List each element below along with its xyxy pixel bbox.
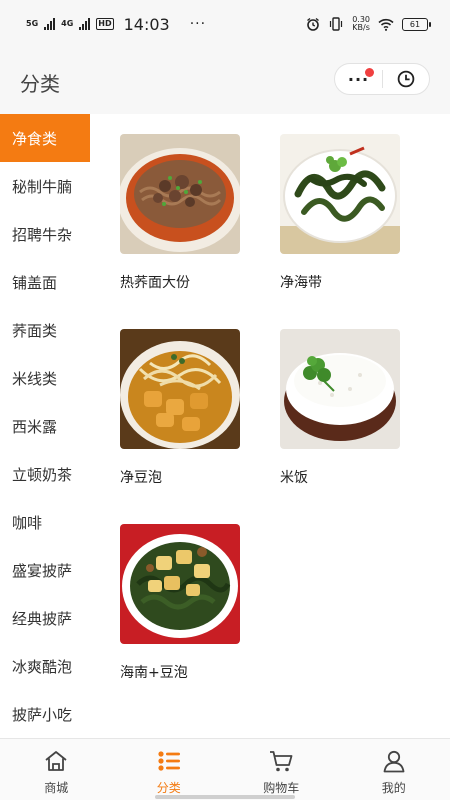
sidebar-item-jingshi[interactable]: 净食类 [0, 114, 90, 162]
sidebar-item-label: 披萨小吃 [12, 705, 73, 724]
sidebar-item-qiaomian[interactable]: 荞面类 [0, 306, 90, 354]
sidebar-item-label: 荞面类 [12, 321, 58, 340]
miniprogram-capsule: ··· [334, 63, 430, 95]
rice-bowl-image [280, 329, 400, 449]
product-name: 热荞面大份 [120, 275, 190, 291]
product-name: 净豆泡 [120, 470, 162, 486]
product-name: 净海带 [280, 275, 322, 291]
tab-label: 购物车 [263, 781, 300, 795]
product-grid: 热荞面大份 净海带 净豆泡 米饭 海南+豆泡 [90, 114, 450, 738]
sidebar-item-feast-pizza[interactable]: 盛宴披萨 [0, 546, 90, 594]
signal-icon-2 [79, 18, 91, 30]
product-card[interactable]: 净豆泡 [120, 329, 240, 487]
history-button[interactable] [383, 70, 429, 88]
sidebar-item-label: 西米露 [12, 417, 58, 436]
product-card[interactable]: 净海带 [280, 134, 400, 292]
bottom-tab-bar: 商城 分类 购物车 我的 [0, 738, 450, 800]
alarm-icon [307, 17, 320, 31]
product-card[interactable]: 米饭 [280, 329, 400, 487]
sidebar-item-classic-pizza[interactable]: 经典披萨 [0, 594, 90, 642]
sidebar-item-mizhi-niunan[interactable]: 秘制牛腩 [0, 162, 90, 210]
hd-icon: HD [96, 18, 114, 30]
sidebar-item-label: 秘制牛腩 [12, 177, 73, 196]
product-card[interactable]: 海南+豆泡 [120, 524, 240, 682]
net-speed: 0.30 KB/s [352, 16, 370, 32]
tab-label: 分类 [156, 781, 181, 795]
sidebar-item-label: 铺盖面 [12, 273, 58, 292]
tab-label: 我的 [381, 781, 406, 795]
page-header: 分类 ··· [0, 48, 450, 114]
sidebar-item-ximilu[interactable]: 西米露 [0, 402, 90, 450]
sidebar-item-label: 盛宴披萨 [12, 561, 73, 580]
sidebar-item-lipton-tea[interactable]: 立顿奶茶 [0, 450, 90, 498]
tab-profile[interactable]: 我的 [338, 739, 450, 800]
tofu-puff-dish-image [120, 329, 240, 449]
net-4g-label: 4G [61, 19, 74, 28]
product-card[interactable]: 热荞面大份 [120, 134, 240, 292]
tab-category[interactable]: 分类 [113, 739, 226, 800]
notification-dots-icon: ··· [189, 16, 207, 32]
sidebar-item-label: 米线类 [12, 369, 58, 388]
cart-icon [270, 751, 293, 772]
more-menu-button[interactable]: ··· [335, 67, 382, 89]
tab-cart[interactable]: 购物车 [225, 739, 338, 800]
clock-time: 14:03 [123, 14, 170, 34]
notification-badge [365, 67, 374, 77]
sidebar-item-label: 招聘牛杂 [12, 225, 73, 244]
sidebar-item-label: 咖啡 [12, 513, 43, 532]
sidebar-item-coffee[interactable]: 咖啡 [0, 498, 90, 546]
signal-icon [44, 18, 56, 30]
status-bar: 5G 4G HD 14:03 ··· 0.30 KB/s 61 [0, 0, 450, 48]
kelp-dish-image [280, 134, 400, 254]
clock-icon [397, 70, 415, 88]
sidebar-item-iced-drinks[interactable]: 冰爽酷泡 [0, 642, 90, 690]
user-icon [383, 750, 405, 773]
vibrate-icon [330, 17, 343, 31]
sidebar-item-pizza-snacks[interactable]: 披萨小吃 [0, 690, 90, 738]
sidebar-item-label: 冰爽酷泡 [12, 657, 73, 676]
sidebar-item-zhaopin-niuza[interactable]: 招聘牛杂 [0, 210, 90, 258]
sidebar-item-label: 立顿奶茶 [12, 465, 73, 484]
sidebar-item-label: 经典披萨 [12, 609, 73, 628]
sidebar-item-pugaimian[interactable]: 铺盖面 [0, 258, 90, 306]
product-name: 海南+豆泡 [120, 665, 188, 681]
page-title: 分类 [20, 72, 60, 96]
category-sidebar: 净食类 秘制牛腩 招聘牛杂 铺盖面 荞面类 米线类 西米露 立顿奶茶 咖啡 盛宴… [0, 114, 90, 738]
product-name: 米饭 [280, 470, 308, 486]
sidebar-item-label: 净食类 [12, 129, 58, 148]
battery-icon: 61 [402, 17, 431, 31]
noodle-bowl-image [120, 134, 240, 254]
wifi-icon [378, 18, 394, 31]
tab-home[interactable]: 商城 [0, 739, 113, 800]
net-5g-label: 5G [26, 19, 39, 28]
speed-unit: KB/s [352, 23, 370, 32]
category-icon [158, 751, 180, 771]
greens-tofu-dish-image [120, 524, 240, 644]
tab-label: 商城 [44, 781, 69, 795]
sidebar-item-mixian[interactable]: 米线类 [0, 354, 90, 402]
home-indicator[interactable] [155, 795, 295, 799]
home-icon [45, 751, 67, 771]
